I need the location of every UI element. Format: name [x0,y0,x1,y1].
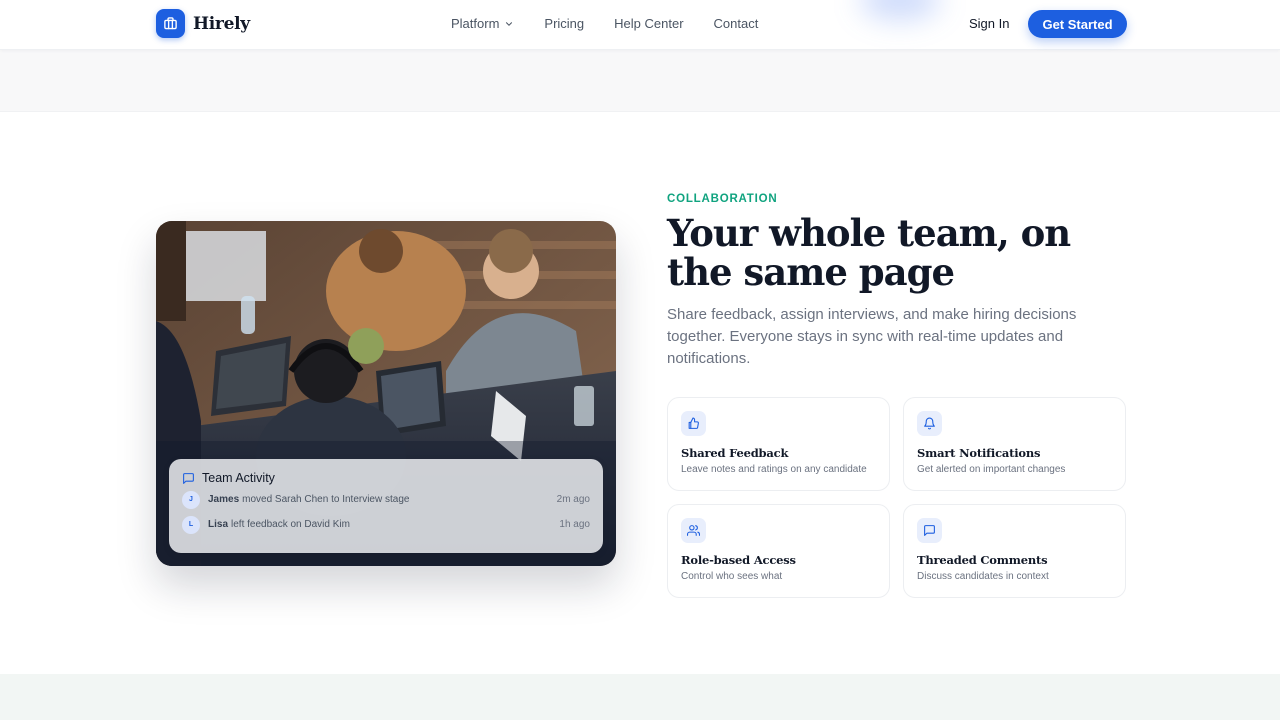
brand-name: Hirely [193,13,250,34]
team-activity-panel: Team Activity J James moved Sarah Chen t… [169,459,603,553]
feature-desc: Get alerted on important changes [917,464,1066,475]
feature-title: Role-based Access [681,553,796,567]
avatar: L [182,515,200,534]
activity-row: J James moved Sarah Chen to Interview st… [182,489,590,510]
nav-item-help-center[interactable]: Help Center [614,16,683,31]
nav-item-label: Contact [713,16,759,31]
feature-desc: Discuss candidates in context [917,571,1049,582]
nav-item-label: Help Center [614,16,684,31]
feature-desc: Leave notes and ratings on any candidate [681,464,867,475]
thumbs-up-icon [681,411,706,436]
nav-item-platform[interactable]: Platform [451,16,514,31]
activity-row: L Lisa left feedback on David Kim 1h ago [182,514,590,535]
feature-title: Shared Feedback [681,446,789,460]
main-nav: Platform Pricing Help Center Contact [451,16,788,31]
nav-item-contact[interactable]: Contact [714,16,759,31]
top-navbar: Hirely Platform Pricing Help Center Cont… [0,0,1280,50]
comment-icon [183,472,194,484]
nav-item-label: Platform [451,16,500,31]
bell-icon [917,411,942,436]
activity-time: 1h ago [559,519,590,530]
chevron-down-icon [506,21,513,26]
briefcase-icon [156,9,185,38]
activity-user: Lisa [208,519,229,530]
decorative-glow [860,0,940,20]
activity-title: Team Activity [202,471,275,485]
avatar: J [182,490,200,509]
feature-card-threaded-comments: Threaded Comments Discuss candidates in … [903,504,1126,598]
next-section-band [0,674,1280,720]
activity-user: James [208,494,240,505]
feature-title: Smart Notifications [917,446,1041,460]
activity-text: moved Sarah Chen to Interview stage [242,494,410,505]
section-headline: Your whole team, on the same page [667,211,1071,294]
logo[interactable]: Hirely [156,9,250,38]
feature-card-role-based-access: Role-based Access Control who sees what [667,504,890,598]
activity-text: left feedback on David Kim [231,519,350,530]
top-section-band [0,50,1280,112]
nav-item-pricing[interactable]: Pricing [544,16,584,31]
feature-desc: Control who sees what [681,571,783,582]
section-lead: Share feedback, assign interviews, and m… [667,306,1077,367]
section-eyebrow: COLLABORATION [667,193,778,205]
nav-item-label: Pricing [544,16,585,31]
feature-title: Threaded Comments [917,553,1048,567]
comment-icon [917,518,942,543]
team-photo-card: Team Activity J James moved Sarah Chen t… [156,221,616,566]
feature-card-shared-feedback: Shared Feedback Leave notes and ratings … [667,397,890,491]
users-icon [681,518,706,543]
feature-card-smart-notifications: Smart Notifications Get alerted on impor… [903,397,1126,491]
sign-in-link[interactable]: Sign In [969,16,1009,31]
activity-time: 2m ago [556,494,590,505]
get-started-button[interactable]: Get Started [1028,10,1127,38]
